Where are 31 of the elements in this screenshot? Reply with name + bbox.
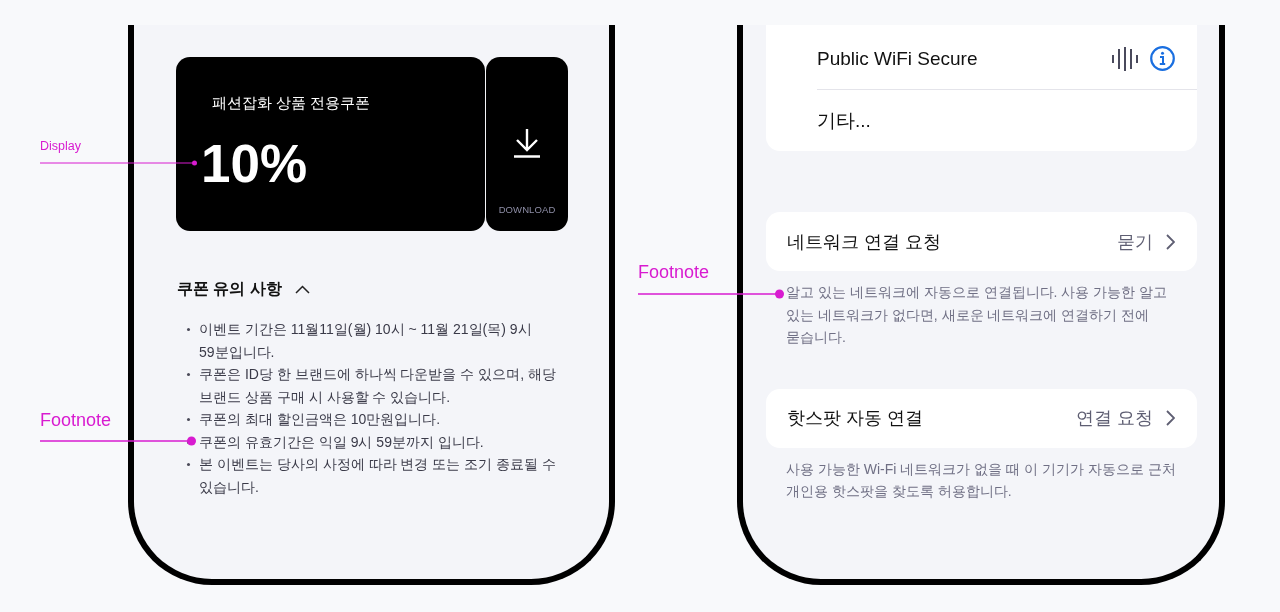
- bullet-icon: [187, 328, 190, 331]
- chevron-icon: [1166, 410, 1175, 426]
- network-row[interactable]: Public WiFi Secure: [817, 28, 1197, 90]
- coupon-title: 패션잡화 상품 전용쿠폰: [212, 94, 371, 112]
- footnote-text: 알고 있는 네트워크에 자동으로 연결됩니다. 사용 가능한 알고 있는 네트워크가 없다면, 새로운 네트워크에 연결하기 전에 묻습니다.: [786, 283, 1169, 347]
- network-row[interactable]: 기타...: [817, 90, 1197, 151]
- signal-icon: [1112, 45, 1138, 72]
- settings-label: 네트워크 연결 요청: [787, 230, 941, 254]
- info-icon[interactable]: [1150, 46, 1175, 71]
- annotation-label: Display: [40, 138, 81, 154]
- chevron-icon: [1166, 233, 1175, 250]
- settings-row[interactable]: 네트워크 연결 요청 묻기: [766, 212, 1197, 271]
- notice-text: 쿠폰은 ID당 한 브랜드에 하나씩 다운받을 수 있으며, 해당 브랜드 상품 구매 시 사용할 수 있습니다.: [199, 365, 557, 407]
- bullet-icon: [187, 463, 190, 466]
- bullet-icon: [187, 373, 190, 376]
- notice-text: 쿠폰의 유효기간은 익일 9시 59분까지 입니다.: [199, 432, 485, 452]
- download-icon: [513, 128, 541, 158]
- settings-value: 연결 요청: [1076, 407, 1153, 430]
- discount-value: 10%: [201, 137, 308, 191]
- annotation-label: Footnote: [40, 409, 112, 431]
- settings-value: 묻기: [1117, 230, 1153, 254]
- download-button[interactable]: DOWNLOAD: [486, 57, 568, 231]
- notice-toggle[interactable]: 쿠폰 유의 사항: [177, 278, 310, 300]
- settings-label: 핫스팟 자동 연결: [787, 407, 923, 430]
- settings-row[interactable]: 핫스팟 자동 연결 연결 요청: [766, 388, 1197, 448]
- notice-text: 본 이벤트는 당사의 사정에 따라 변경 또는 조기 종료될 수 있습니다.: [199, 455, 557, 497]
- bullet-icon: [187, 418, 190, 421]
- footnote-text: 사용 가능한 Wi-Fi 네트워크가 없을 때 이 기기가 자동으로 근처 개인용 핫스팟을 찾도록 허용합니다.: [786, 459, 1177, 501]
- annotation-label: Footnote: [638, 261, 710, 283]
- notice-text: 이벤트 기간은 11월11일(월) 10시 ~ 11월 21일(목) 9시 59분입니다.: [199, 320, 533, 362]
- notice-text: 쿠폰의 최대 할인금액은 10만원입니다.: [199, 410, 442, 429]
